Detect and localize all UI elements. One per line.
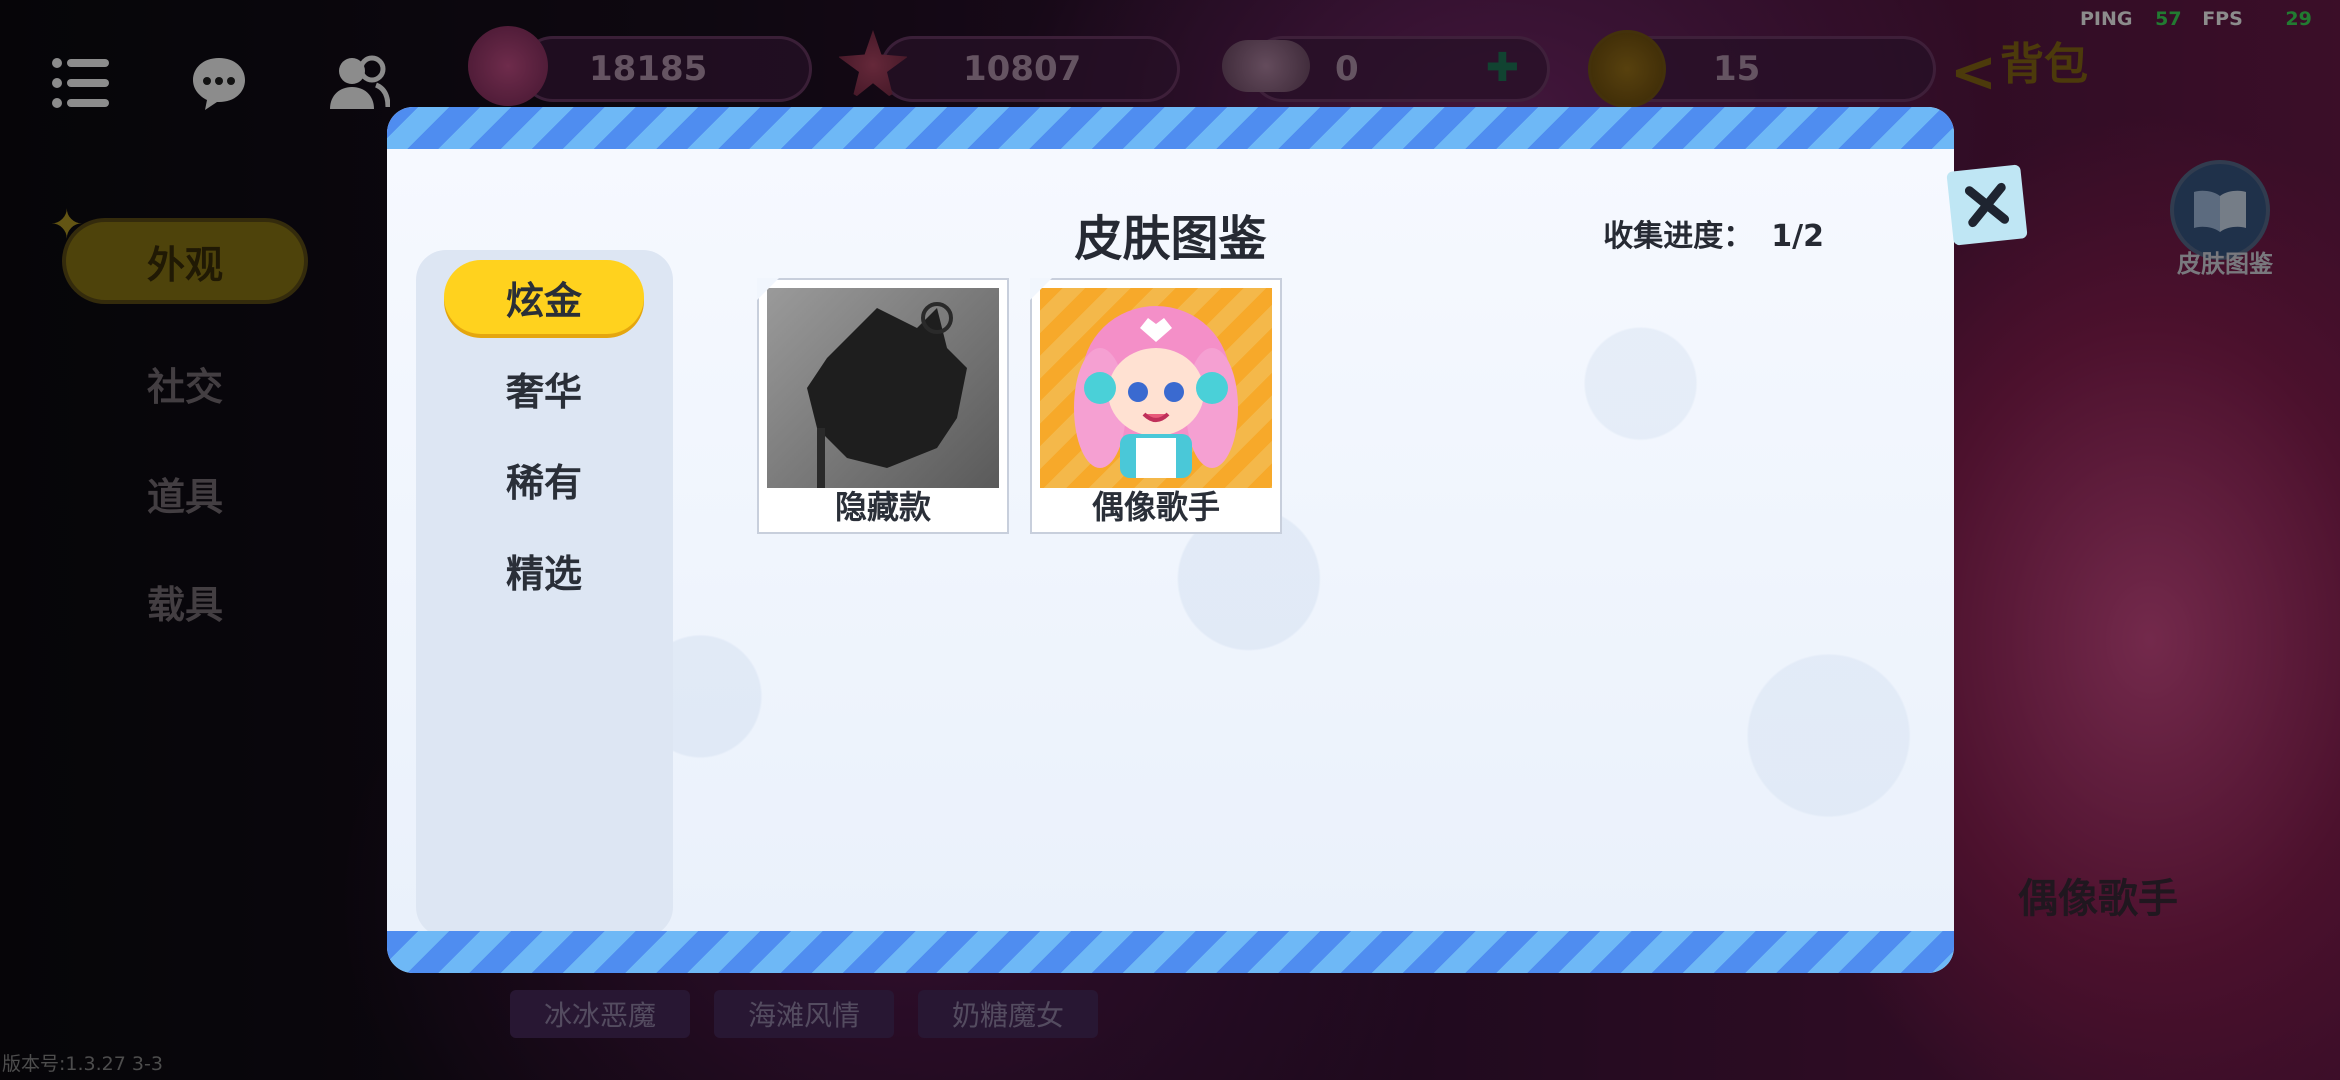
card-corner-fold [1030,278,1052,300]
skin-card-idol-singer[interactable]: 偶像歌手 [1030,278,1282,534]
category-tab-gold[interactable]: 炫金 [444,260,644,334]
card-corner-fold [757,278,779,300]
category-tab-luxury[interactable]: 奢华 [444,351,644,425]
skin-card-hidden[interactable]: 隐藏款 [757,278,1009,534]
close-icon [1964,182,2010,228]
locked-silhouette-icon [807,302,967,488]
skin-name: 偶像歌手 [1091,488,1220,526]
category-panel: 炫金 奢华 稀有 精选 [416,250,673,937]
dialog-body: 皮肤图鉴 收集进度： 1/2 炫金 奢华 稀有 精选 隐藏款 偶像歌手 [387,149,1954,937]
dialog-top-stripe [387,107,1954,149]
progress-value: 1/2 [1771,219,1824,254]
dialog-bottom-stripe [387,931,1954,973]
category-tab-rare[interactable]: 稀有 [444,442,644,516]
close-button[interactable] [1946,164,2028,246]
skin-thumbnail [767,288,999,488]
category-tab-featured[interactable]: 精选 [444,533,644,607]
progress-label: 收集进度： [1603,219,1754,254]
idol-singer-portrait-icon [1074,306,1238,478]
collection-progress: 收集进度： 1/2 [1603,211,1824,255]
skin-collection-dialog: 皮肤图鉴 收集进度： 1/2 炫金 奢华 稀有 精选 隐藏款 偶像歌手 [387,107,1954,973]
skin-name: 隐藏款 [834,488,931,526]
skin-thumbnail [1040,288,1272,488]
